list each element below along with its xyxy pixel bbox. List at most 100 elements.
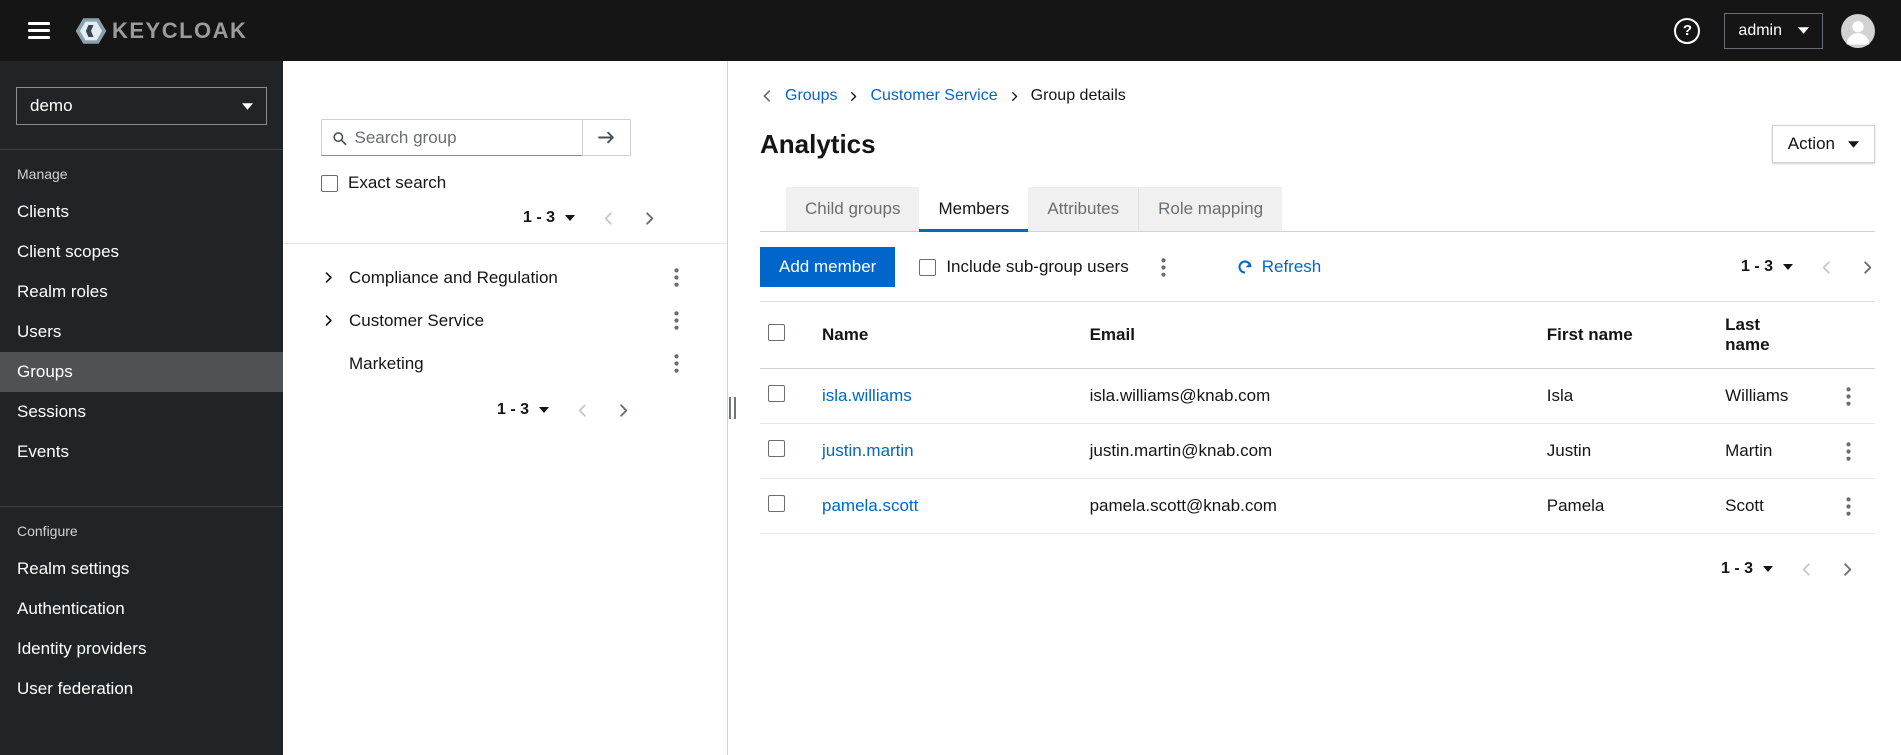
table-row: isla.williams isla.williams@knab.com Isl…: [760, 368, 1875, 424]
kebab-menu-button[interactable]: [661, 349, 691, 379]
group-search-field: [321, 119, 583, 156]
search-submit-button[interactable]: [582, 119, 631, 156]
pagination-prev-button[interactable]: [575, 403, 590, 418]
member-username-link[interactable]: justin.martin: [822, 441, 914, 460]
pagination-next-button[interactable]: [616, 403, 631, 418]
realm-name: demo: [30, 96, 73, 115]
pagination-prev-button[interactable]: [1799, 562, 1814, 577]
action-dropdown-label: Action: [1787, 134, 1835, 153]
expand-chevron-button[interactable]: [313, 306, 343, 336]
pagination-prev-button[interactable]: [601, 211, 616, 226]
group-name[interactable]: Compliance and Regulation: [349, 268, 661, 288]
keycloak-logo[interactable]: KEYCLOAK: [74, 14, 247, 48]
search-icon: [332, 130, 347, 146]
expand-chevron-button[interactable]: [313, 263, 343, 293]
tab-attributes[interactable]: Attributes: [1028, 187, 1139, 231]
pagination-menu-toggle[interactable]: 1 - 3: [1721, 560, 1773, 578]
nav-section-title: Configure: [17, 523, 78, 539]
tab-role-mapping[interactable]: Role mapping: [1138, 187, 1283, 231]
member-username-link[interactable]: isla.williams: [822, 386, 912, 405]
group-search-input[interactable]: [354, 127, 572, 148]
angle-left-icon: [760, 89, 774, 103]
avatar[interactable]: [1841, 14, 1875, 48]
sidebar-item-sessions[interactable]: Sessions: [0, 392, 283, 432]
breadcrumb: Groups Customer Service Group details: [760, 87, 1875, 105]
caret-down-icon: [1763, 566, 1773, 572]
keycloak-logo-icon: [74, 14, 108, 48]
column-header-last-name: Last name: [1713, 301, 1821, 369]
sidebar-item-groups[interactable]: Groups: [0, 352, 283, 392]
help-icon: ?: [1674, 17, 1701, 44]
member-email: justin.martin@knab.com: [1089, 441, 1273, 460]
member-email: isla.williams@knab.com: [1089, 386, 1271, 405]
panel-resize-handle[interactable]: [727, 61, 736, 755]
group-tree-item: Marketing: [309, 342, 701, 385]
group-name[interactable]: Customer Service: [349, 311, 661, 331]
exact-search-option[interactable]: Exact search: [321, 173, 701, 193]
angle-right-icon: [1840, 562, 1855, 577]
realm-selector[interactable]: demo: [16, 87, 267, 125]
refresh-button[interactable]: Refresh: [1237, 257, 1322, 277]
sidebar-toggle-button[interactable]: [16, 12, 62, 49]
help-button[interactable]: ?: [1674, 17, 1701, 44]
page-header: Analytics Action: [760, 125, 1875, 163]
add-member-button[interactable]: Add member: [760, 247, 896, 287]
sidebar-item-users[interactable]: Users: [0, 312, 283, 352]
pagination-menu-toggle[interactable]: 1 - 3: [523, 209, 575, 227]
tab-child-groups[interactable]: Child groups: [786, 187, 920, 231]
action-dropdown-button[interactable]: Action: [1771, 125, 1875, 163]
arrow-right-icon: [598, 129, 615, 146]
sidebar-item-user-federation[interactable]: User federation: [0, 669, 283, 709]
row-checkbox[interactable]: [768, 385, 785, 402]
row-kebab-button[interactable]: [1833, 491, 1863, 521]
sidebar-item-authentication[interactable]: Authentication: [0, 589, 283, 629]
tab-members[interactable]: Members: [919, 187, 1029, 232]
member-username-link[interactable]: pamela.scott: [822, 496, 918, 515]
pagination-menu-toggle[interactable]: 1 - 3: [497, 401, 549, 419]
sidebar-item-identity-providers[interactable]: Identity providers: [0, 629, 283, 669]
breadcrumb-back-button[interactable]: [760, 89, 774, 103]
row-checkbox[interactable]: [768, 440, 785, 457]
exact-search-checkbox[interactable]: [321, 174, 338, 192]
row-checkbox[interactable]: [768, 495, 785, 512]
pagination-next-button[interactable]: [642, 211, 657, 226]
caret-down-icon: [1848, 141, 1859, 148]
table-header-row: Name Email First name Last name: [760, 301, 1875, 369]
sidebar-item-realm-settings[interactable]: Realm settings: [0, 549, 283, 589]
sidebar-item-client-scopes[interactable]: Client scopes: [0, 232, 283, 272]
breadcrumb-current: Group details: [1030, 87, 1126, 104]
table-row: justin.martin justin.martin@knab.com Jus…: [760, 423, 1875, 479]
angle-left-icon: [1819, 260, 1834, 275]
select-all-checkbox[interactable]: [768, 324, 785, 341]
pagination-prev-button[interactable]: [1819, 260, 1834, 275]
nav-section-configure: Configure Realm settings Authentication …: [0, 506, 283, 709]
pagination-next-button[interactable]: [1840, 562, 1855, 577]
angle-right-icon: [322, 271, 335, 284]
groups-pagination-bottom: 1 - 3: [309, 401, 701, 419]
pagination-range: 1 - 3: [496, 401, 529, 418]
masthead: KEYCLOAK ? admin: [0, 0, 1901, 61]
pagination-next-button[interactable]: [1860, 260, 1875, 275]
caret-down-icon: [1798, 27, 1809, 34]
tabs: Child groups Members Attributes Role map…: [760, 187, 1875, 232]
member-last-name: Williams: [1725, 386, 1789, 405]
row-kebab-button[interactable]: [1833, 381, 1863, 411]
breadcrumb-link-groups[interactable]: Groups: [785, 87, 837, 105]
sidebar-item-clients[interactable]: Clients: [0, 192, 283, 232]
include-subgroup-option[interactable]: Include sub-group users: [919, 257, 1129, 277]
breadcrumb-link-customer-service[interactable]: Customer Service: [870, 87, 997, 105]
user-menu-toggle[interactable]: admin: [1724, 12, 1823, 49]
toolbar-kebab-button[interactable]: [1151, 252, 1177, 282]
group-name[interactable]: Marketing: [349, 354, 661, 374]
pagination-menu-toggle[interactable]: 1 - 3: [1741, 258, 1793, 276]
exact-search-label: Exact search: [348, 173, 447, 192]
include-subgroup-checkbox[interactable]: [919, 258, 937, 276]
sidebar-item-events[interactable]: Events: [0, 432, 283, 472]
refresh-label: Refresh: [1261, 257, 1322, 276]
caret-down-icon: [242, 103, 253, 110]
kebab-menu-button[interactable]: [661, 306, 691, 336]
sidebar-item-realm-roles[interactable]: Realm roles: [0, 272, 283, 312]
row-kebab-button[interactable]: [1833, 436, 1863, 466]
kebab-menu-button[interactable]: [661, 263, 691, 293]
angle-left-icon: [575, 403, 590, 418]
